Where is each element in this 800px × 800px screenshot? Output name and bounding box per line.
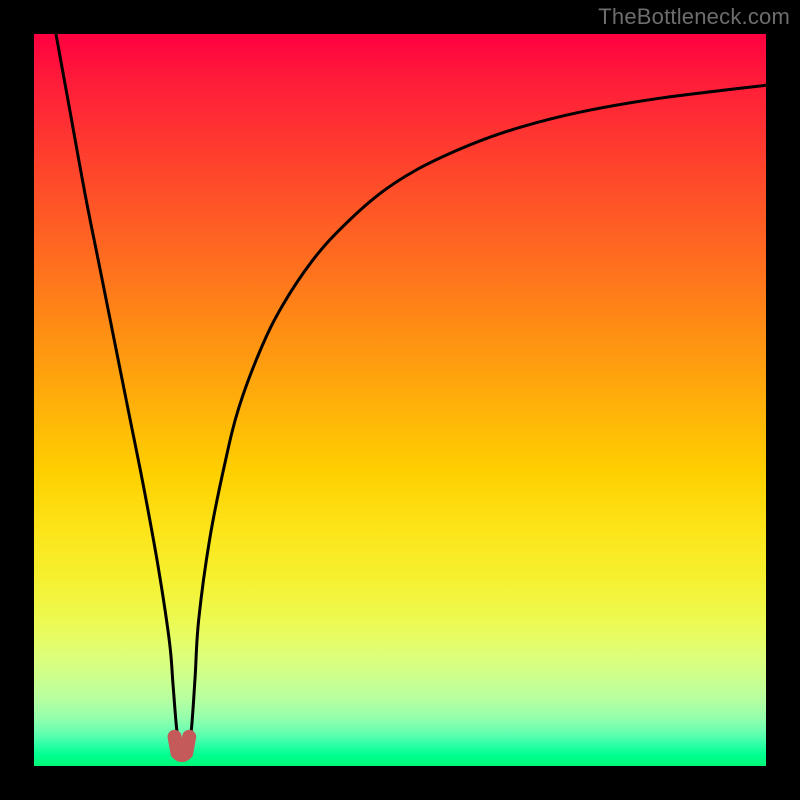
chart-frame: TheBottleneck.com — [0, 0, 800, 800]
bottleneck-curve — [56, 34, 766, 752]
watermark-text: TheBottleneck.com — [598, 4, 790, 30]
curve-layer — [34, 34, 766, 766]
minimum-marker — [175, 737, 190, 755]
plot-area — [34, 34, 766, 766]
